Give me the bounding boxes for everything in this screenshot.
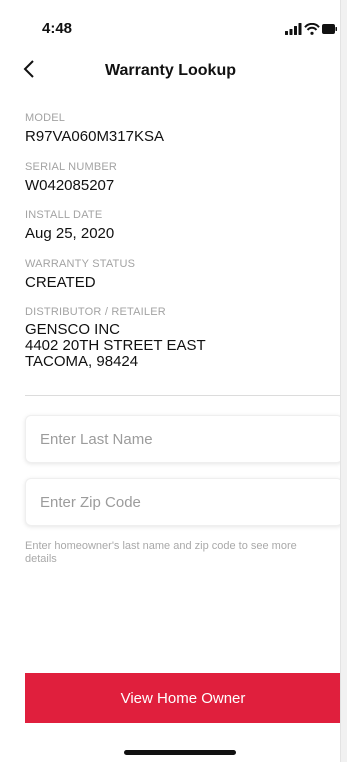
view-home-owner-button[interactable]: View Home Owner xyxy=(25,673,341,723)
install-date-value: Aug 25, 2020 xyxy=(25,225,115,242)
distributor-street: 4402 20TH STREET EAST xyxy=(25,337,206,354)
signal-icon xyxy=(285,23,302,35)
serial-number-value: W042085207 xyxy=(25,177,115,194)
distributor-address: GENSCO INC 4402 20TH STREET EAST TACOMA,… xyxy=(25,322,325,370)
distributor-field: DISTRIBUTOR / RETAILER GENSCO INC 4402 2… xyxy=(25,305,325,370)
last-name-input-box[interactable] xyxy=(25,415,341,463)
home-indicator xyxy=(124,750,236,755)
warranty-status-value: CREATED xyxy=(25,274,96,291)
install-date-field: INSTALL DATE Aug 25, 2020 xyxy=(25,208,325,242)
serial-number-field: SERIAL NUMBER W042085207 xyxy=(25,160,325,194)
warranty-status-label: WARRANTY STATUS xyxy=(25,258,136,270)
last-name-input[interactable] xyxy=(26,416,341,462)
divider xyxy=(25,395,341,396)
page-title: Warranty Lookup xyxy=(105,62,236,79)
model-value: R97VA060M317KSA xyxy=(25,128,164,145)
serial-number-label: SERIAL NUMBER xyxy=(25,161,118,173)
warranty-status-field: WARRANTY STATUS CREATED xyxy=(25,257,325,291)
install-date-label: INSTALL DATE xyxy=(25,209,103,221)
model-field: MODEL R97VA060M317KSA xyxy=(25,111,325,145)
battery-icon xyxy=(322,24,337,34)
status-icons xyxy=(285,22,337,35)
distributor-city: TACOMA, 98424 xyxy=(25,353,139,370)
zip-code-input[interactable] xyxy=(26,479,341,525)
phone-screen: 4:48 Warranty Lookup MODEL R97VA060M317K… xyxy=(0,0,341,762)
distributor-name: GENSCO INC xyxy=(25,321,121,338)
model-label: MODEL xyxy=(25,112,66,124)
zip-code-input-box[interactable] xyxy=(25,478,341,526)
distributor-label: DISTRIBUTOR / RETAILER xyxy=(25,306,166,318)
helper-text: Enter homeowner's last name and zip code… xyxy=(25,540,297,565)
status-time: 4:48 xyxy=(42,20,73,37)
wifi-icon xyxy=(304,22,320,35)
side-rail xyxy=(340,0,347,762)
